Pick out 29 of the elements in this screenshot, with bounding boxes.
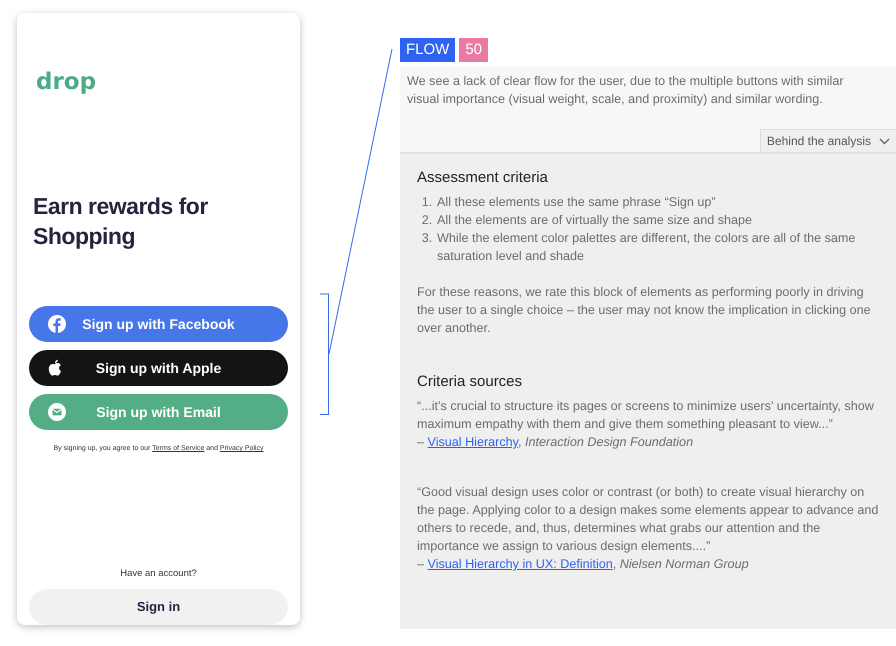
quote-text: “Good visual design uses color or contrast (or both) to create visual hierarchy on the page. Applying color to a design makes some elements appear to advance and others to recede, and, thus, determines what grabs our attention and the importance we assign to various design elements....” (417, 484, 880, 555)
headline: Earn rewards for Shopping (33, 192, 209, 251)
criteria-item: While the element color palettes are different, the colors are all of the same saturation level and shade (437, 230, 856, 265)
list-number: 1. (420, 194, 434, 211)
signup-button[interactable]: Sign up with Facebook (29, 306, 288, 342)
attribution-text: – Visual Hierarchy in UX: Definition, Nielsen Norman Group (417, 556, 750, 573)
sign-in-button[interactable]: Sign in (29, 588, 288, 625)
logo: drop (36, 68, 98, 97)
category-tag: FLOW (400, 38, 456, 62)
section-heading: Criteria sources (417, 373, 524, 391)
analysis-toggle[interactable]: Behind the analysis (760, 129, 896, 152)
list-number: 3. (420, 230, 434, 247)
account-prompt: Have an account? (119, 566, 198, 580)
section-heading: Assessment criteria (417, 169, 549, 187)
score-tag: 50 (459, 38, 488, 62)
email-icon (47, 402, 67, 422)
criteria-item: All these elements use the same phrase “Sign up” (437, 194, 716, 211)
attribution-text: – Visual Hierarchy, Interaction Design Foundation (417, 434, 694, 451)
source-link[interactable]: Visual Hierarchy in UX: Definition (428, 557, 613, 571)
source-link[interactable]: Visual Hierarchy (428, 435, 518, 449)
conclusion-text: For these reasons, we rate this block of elements as performing poorly in driving the user to a single choice – the user may not know the implication in clicking one over another. (417, 284, 872, 337)
criteria-item: All the elements are of virtually the same size and shape (437, 212, 752, 229)
apple-icon (47, 358, 63, 378)
chevron-icon (879, 138, 890, 144)
list-number: 2. (420, 212, 434, 229)
quote-text: “...it’s crucial to structure its pages or screens to minimize users’ uncertainty, show maximum empathy with them and give them something pleasant to view...” (417, 398, 875, 433)
signup-button[interactable]: Sign up with Apple (29, 350, 288, 386)
summary-text: We see a lack of clear flow for the user, due to the multiple buttons with similar visual importance (visual weight, scale, and proximity) and similar wording. (407, 73, 845, 108)
facebook-icon (47, 314, 67, 334)
